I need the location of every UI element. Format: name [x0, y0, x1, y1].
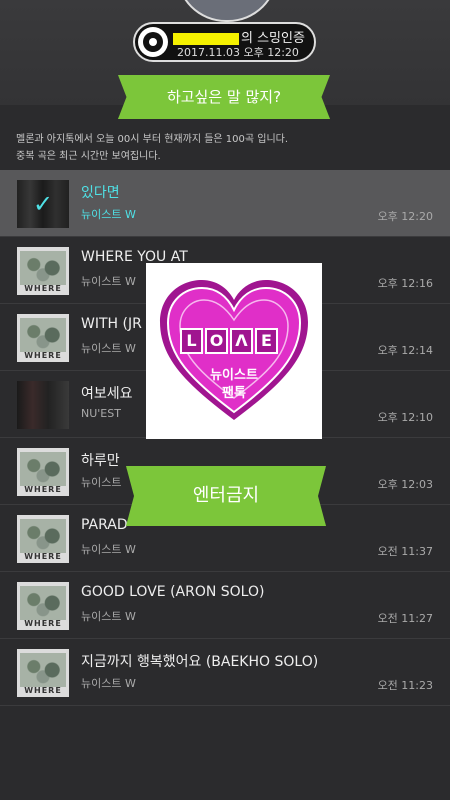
play-time: 오후 12:14 — [377, 344, 433, 357]
notice-text: 멜론과 아지톡에서 오늘 00시 부터 현재까지 들은 100곡 입니다. 중복… — [16, 131, 288, 165]
song-artist: 뉴이스트 W — [81, 208, 136, 221]
play-time: 오후 12:20 — [377, 210, 433, 223]
badge-date: 2017.11.03 오후 12:20 — [177, 44, 299, 60]
song-title: WITH (JR — [81, 316, 142, 332]
album-text: WHERE — [24, 552, 62, 561]
overlay-title-line-1: 뉴이스트 — [210, 368, 258, 383]
album-art — [20, 318, 66, 352]
message-banner-button[interactable]: 하고싶은 말 많지? — [118, 75, 330, 119]
letter-l: L — [180, 328, 203, 354]
song-artist: 뉴이스트 W — [81, 543, 136, 556]
song-row[interactable]: ✓ 있다면뉴이스트 W 오후 12:20 — [0, 170, 450, 237]
album-cover-thumbnail: WHERE — [17, 314, 69, 362]
album-art — [20, 452, 66, 486]
song-artist: 뉴이스트 — [81, 476, 122, 489]
song-title: 지금까지 행복했어요 (BAEKHO SOLO) — [81, 654, 319, 670]
song-artist: 뉴이스트 W — [81, 677, 136, 690]
fan-talk-overlay-image: L O Λ E 뉴이스트 팬톡 — [146, 263, 322, 439]
notice-line-2: 중복 곡은 최근 시간만 보여집니다. — [16, 151, 161, 162]
overlay-title-line-2: 팬톡 — [222, 386, 246, 401]
album-text: WHERE — [24, 351, 62, 360]
song-row[interactable]: WHERE GOOD LOVE (ARON SOLO) 뉴이스트 W 오전 11:27 — [0, 572, 450, 639]
song-artist: 뉴이스트 W — [81, 342, 136, 355]
album-text: WHERE — [24, 485, 62, 494]
song-title: 하루만 — [81, 453, 120, 469]
song-title: PARAD — [81, 517, 128, 533]
album-cover-thumbnail: WHERE — [17, 247, 69, 295]
play-time: 오후 12:10 — [377, 411, 433, 424]
album-art — [20, 586, 66, 620]
album-cover-thumbnail: WHERE — [17, 448, 69, 496]
love-letters: L O Λ E — [180, 328, 278, 354]
album-cover-thumbnail: WHERE — [17, 582, 69, 630]
group-photo-thumbnail — [17, 381, 69, 429]
streaming-badge: 의 스밍인증 2017.11.03 오후 12:20 — [133, 22, 316, 62]
play-time: 오후 12:03 — [377, 478, 433, 491]
play-time: 오전 11:23 — [377, 679, 433, 692]
letter-e: E — [255, 328, 278, 354]
song-artist: 뉴이스트 W — [81, 610, 136, 623]
heart-logo: L O Λ E 뉴이스트 팬톡 — [156, 276, 312, 426]
song-row[interactable]: WHERE 지금까지 행복했어요 (BAEKHO SOLO) 뉴이스트 W 오전 11… — [0, 639, 450, 706]
album-text: WHERE — [24, 284, 62, 293]
album-text: WHERE — [24, 686, 62, 695]
song-title: GOOD LOVE (ARON SOLO) — [81, 584, 265, 600]
album-art — [20, 653, 66, 687]
album-art — [20, 251, 66, 285]
song-title: 여보세요 — [81, 386, 133, 402]
play-time: 오후 12:16 — [377, 277, 433, 290]
notice-line-1: 멜론과 아지톡에서 오늘 00시 부터 현재까지 들은 100곡 입니다. — [16, 134, 289, 145]
album-cover-thumbnail: WHERE — [17, 649, 69, 697]
song-artist: 뉴이스트 W — [81, 275, 136, 288]
album-text: WHERE — [24, 619, 62, 628]
letter-o: O — [205, 328, 228, 354]
song-title: 있다면 — [81, 185, 120, 201]
letter-v: Λ — [230, 328, 253, 354]
redacted-name — [173, 32, 239, 45]
song-artist: NU'EST — [81, 407, 121, 420]
play-time: 오전 11:27 — [377, 612, 433, 625]
badge-time-value: 오후 12:20 — [243, 46, 299, 59]
badge-date-value: 2017.11.03 — [177, 46, 240, 59]
vinyl-disc-icon — [138, 27, 168, 57]
check-icon: ✓ — [17, 180, 69, 228]
album-art — [20, 519, 66, 553]
album-cover-thumbnail: WHERE — [17, 515, 69, 563]
no-entry-banner[interactable]: 엔터금지 — [126, 466, 326, 526]
play-time: 오전 11:37 — [377, 545, 433, 558]
